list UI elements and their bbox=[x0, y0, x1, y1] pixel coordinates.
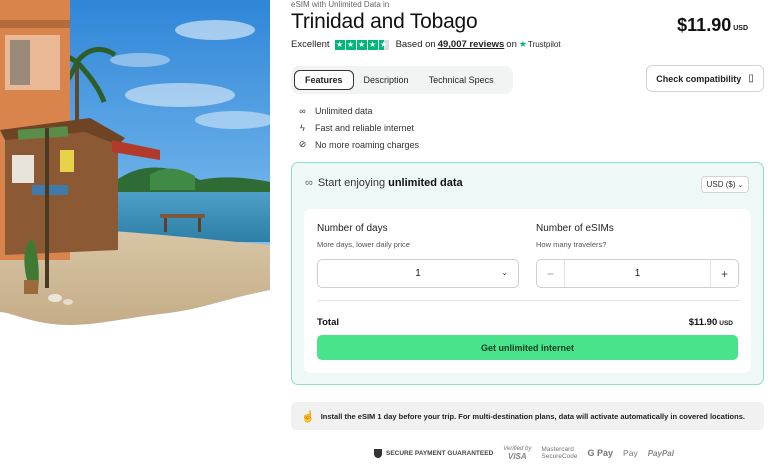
feature-item: ⊘ No more roaming charges bbox=[297, 136, 419, 153]
trustpilot-label: Trustpilot bbox=[527, 40, 561, 49]
check-compatibility-label: Check compatibility bbox=[656, 73, 742, 84]
infinity-icon: ∞ bbox=[299, 105, 306, 116]
panel-heading: ∞ Start enjoying unlimited data bbox=[305, 177, 463, 189]
infinity-icon: ∞ bbox=[305, 177, 313, 189]
feature-list: ∞ Unlimited data ϟ Fast and reliable int… bbox=[297, 102, 419, 153]
google-pay-logo: G Pay bbox=[587, 448, 614, 458]
no-roaming-icon: ⊘ bbox=[298, 139, 307, 149]
check-compatibility-button[interactable]: Check compatibility ▯ bbox=[646, 65, 764, 92]
install-info-banner: ☝ Install the eSIM 1 day before your tri… bbox=[291, 402, 764, 430]
tab-bar: Features Description Technical Specs bbox=[291, 66, 513, 94]
chevron-down-icon: ⌄ bbox=[501, 268, 508, 277]
trustpilot-star-icon: ★ bbox=[518, 39, 527, 49]
trustpilot-logo: ★ Trustpilot bbox=[519, 39, 561, 50]
panel-heading-bold: unlimited data bbox=[388, 177, 463, 189]
payment-methods: SECURE PAYMENT GUARANTEED Verified by VI… bbox=[374, 446, 684, 461]
esims-stepper: − 1 + bbox=[536, 259, 739, 288]
days-select[interactable]: 1 ⌄ bbox=[317, 259, 519, 288]
feature-item: ϟ Fast and reliable internet bbox=[297, 119, 419, 136]
mastercard-securecode-logo: Mastercard SecureCode bbox=[541, 446, 577, 460]
total-amount: $11.90 bbox=[688, 317, 718, 328]
days-sublabel: More days, lower daily price bbox=[317, 240, 410, 249]
price-amount: $11.90 bbox=[677, 15, 732, 35]
secure-payment: SECURE PAYMENT GUARANTEED bbox=[374, 448, 494, 458]
star-icon: ★ bbox=[334, 39, 345, 50]
install-info-text: Install the eSIM 1 day before your trip.… bbox=[320, 411, 745, 421]
feature-label: No more roaming charges bbox=[315, 139, 420, 150]
tab-description[interactable]: Description bbox=[354, 70, 419, 90]
trustpilot-rating: Excellent ★ ★ ★ ★ ★ Based on 49,007 revi… bbox=[291, 39, 561, 50]
total-label: Total bbox=[317, 317, 339, 328]
tab-technical-specs[interactable]: Technical Specs bbox=[419, 70, 504, 90]
securecode-label: SecureCode bbox=[541, 453, 578, 460]
esims-label: Number of eSIMs bbox=[536, 223, 614, 234]
star-icon: ★ bbox=[345, 39, 356, 50]
plan-panel: ∞ Start enjoying unlimited data USD ($) … bbox=[291, 162, 764, 385]
paypal-logo: PayPal bbox=[647, 448, 674, 458]
days-label: Number of days bbox=[317, 223, 388, 234]
increment-button[interactable]: + bbox=[710, 260, 738, 287]
feature-label: Fast and reliable internet bbox=[315, 122, 415, 133]
reviews-link[interactable]: 49,007 reviews bbox=[438, 39, 505, 50]
days-value: 1 bbox=[415, 268, 421, 279]
panel-heading-prefix: Start enjoying bbox=[317, 177, 386, 189]
star-half-icon: ★ bbox=[378, 39, 389, 50]
feature-item: ∞ Unlimited data bbox=[297, 102, 419, 119]
currency-value: USD ($) bbox=[706, 180, 736, 189]
mastercard-label: Mastercard bbox=[541, 446, 574, 453]
rating-based-on: Based on bbox=[395, 39, 436, 50]
page-title: Trinidad and Tobago bbox=[291, 10, 478, 33]
apple-pay-logo: Pay bbox=[623, 448, 638, 458]
price: $11.90 USD bbox=[677, 15, 748, 36]
star-icon: ★ bbox=[367, 39, 378, 50]
get-unlimited-internet-button[interactable]: Get unlimited internet bbox=[317, 335, 738, 360]
secure-payment-label: SECURE PAYMENT GUARANTEED bbox=[386, 449, 494, 457]
phone-check-icon: ▯ bbox=[748, 73, 754, 84]
star-icon: ★ bbox=[356, 39, 367, 50]
chevron-down-icon: ⌄ bbox=[737, 181, 744, 189]
total-value: $11.90 USD bbox=[689, 317, 733, 328]
hero-image bbox=[0, 0, 270, 330]
apple-pay-label: Pay bbox=[623, 448, 638, 458]
rating-stars: ★ ★ ★ ★ ★ bbox=[334, 39, 390, 50]
divider bbox=[317, 300, 740, 301]
tab-features[interactable]: Features bbox=[294, 70, 354, 90]
visa-label: VISA bbox=[507, 452, 527, 461]
rating-label: Excellent bbox=[291, 39, 330, 50]
rating-on: on bbox=[506, 39, 517, 50]
decrement-button[interactable]: − bbox=[537, 260, 565, 287]
feature-label: Unlimited data bbox=[315, 105, 373, 116]
esims-sublabel: How many travelers? bbox=[536, 240, 607, 249]
bolt-icon: ϟ bbox=[300, 122, 305, 133]
price-currency: USD bbox=[733, 25, 748, 32]
currency-select[interactable]: USD ($) ⌄ bbox=[701, 176, 749, 193]
total-currency: USD bbox=[719, 320, 733, 327]
shield-icon bbox=[374, 448, 382, 458]
hand-pointer-icon: ☝ bbox=[301, 410, 315, 423]
esims-value[interactable]: 1 bbox=[565, 268, 710, 279]
verified-by-visa-logo: Verified by VISA bbox=[503, 446, 531, 461]
plan-card: Number of days More days, lower daily pr… bbox=[304, 209, 751, 373]
breadcrumb: eSIM with Unlimited Data in bbox=[291, 0, 390, 9]
